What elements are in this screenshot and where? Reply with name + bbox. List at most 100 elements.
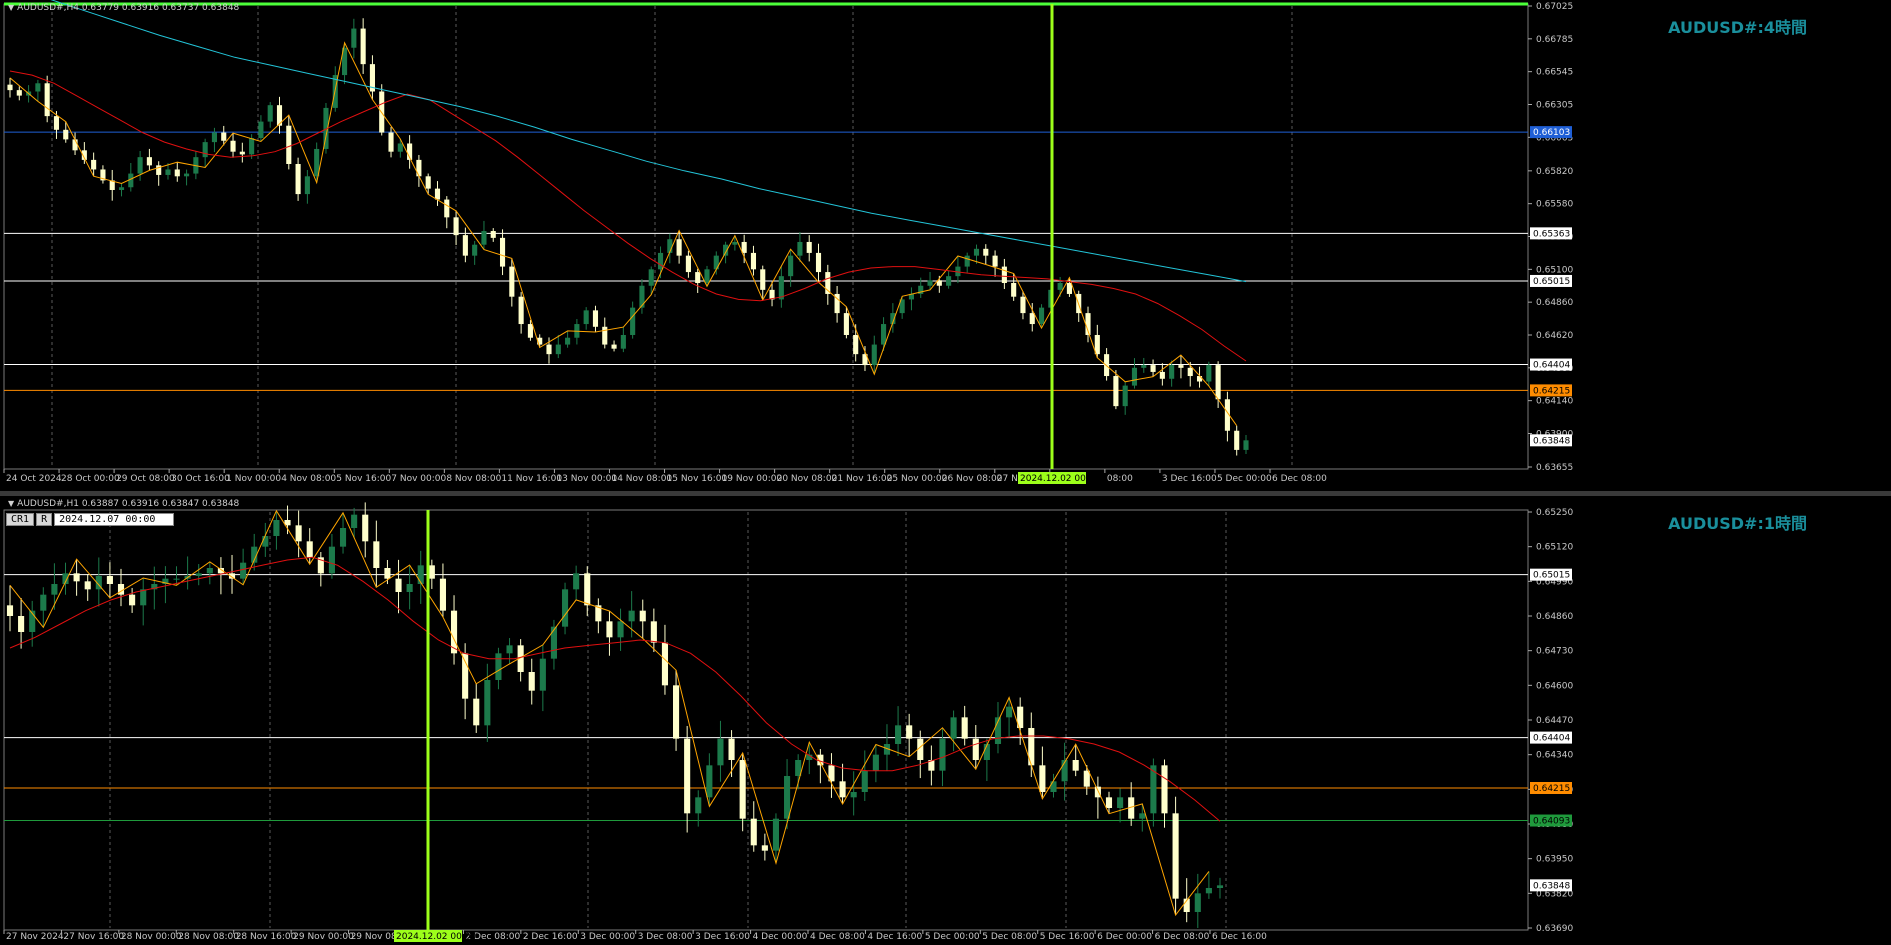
x-tick-label: 26 Nov 08:00 bbox=[942, 474, 1003, 484]
y-tick-label: 0.65580 bbox=[1536, 200, 1573, 210]
x-tick-label: 1 Nov 00:00 bbox=[226, 474, 281, 484]
h1-chart-svg[interactable]: 0.652500.651200.649900.648600.647300.646… bbox=[0, 496, 1891, 945]
x-tick-label: 3 Dec 00:00 bbox=[580, 932, 635, 942]
current-price-label: 0.63848 bbox=[1533, 436, 1570, 446]
candle-body bbox=[1117, 797, 1124, 808]
candle-body bbox=[676, 239, 682, 256]
candle-body bbox=[606, 621, 613, 638]
candle-body bbox=[657, 252, 664, 270]
price-label: 0.65363 bbox=[1533, 229, 1570, 239]
candle-body bbox=[1038, 307, 1045, 325]
candle-body bbox=[249, 138, 255, 155]
candle-body bbox=[583, 310, 589, 325]
candle-body bbox=[40, 594, 47, 611]
candle-body bbox=[35, 83, 41, 92]
candle-body bbox=[939, 738, 946, 771]
y-tick-label: 0.64860 bbox=[1536, 298, 1573, 308]
candle-body bbox=[1216, 885, 1224, 888]
candle-body bbox=[417, 565, 424, 584]
candle-body bbox=[518, 296, 524, 325]
price-label: 0.64215 bbox=[1533, 784, 1570, 794]
x-tick-label: 29 Nov 00:00 bbox=[293, 932, 354, 942]
r-button[interactable]: R bbox=[36, 513, 53, 526]
crosshair-tool-bar: CR1 R 2024.12.07 00:00 bbox=[6, 513, 175, 526]
x-tick-label: 6 Dec 08:00 bbox=[1155, 932, 1210, 942]
y-tick-label: 0.66785 bbox=[1536, 35, 1573, 45]
candle-body bbox=[1001, 266, 1007, 284]
candle-body bbox=[406, 584, 413, 592]
candle-body bbox=[895, 725, 902, 744]
candle-body bbox=[1169, 365, 1175, 379]
candle-body bbox=[84, 581, 91, 590]
candle-body bbox=[788, 255, 794, 277]
y-tick-label: 0.65820 bbox=[1536, 167, 1573, 177]
candle-body bbox=[750, 252, 757, 270]
candle-body bbox=[661, 642, 669, 686]
y-tick-label: 0.63655 bbox=[1536, 463, 1573, 473]
y-tick-label: 0.66305 bbox=[1536, 100, 1573, 110]
y-tick-label: 0.65120 bbox=[1536, 543, 1573, 553]
candle-body bbox=[472, 244, 478, 256]
candle-body bbox=[72, 139, 78, 151]
price-label: 0.64093 bbox=[1533, 817, 1570, 827]
price-label: 0.64404 bbox=[1533, 734, 1570, 744]
candle-body bbox=[444, 199, 450, 218]
crosshair-datetime-field[interactable]: 2024.12.07 00:00 bbox=[54, 513, 175, 526]
current-price-label: 0.63848 bbox=[1533, 881, 1570, 891]
candle-body bbox=[528, 672, 535, 691]
candle-body bbox=[871, 344, 877, 366]
candle-body bbox=[425, 176, 431, 189]
collapse-triangle-icon[interactable]: ▼ bbox=[8, 499, 14, 508]
candle-body bbox=[6, 605, 14, 616]
x-tick-label: 13 Nov 00:00 bbox=[556, 474, 617, 484]
candle-body bbox=[732, 241, 738, 245]
candle-body bbox=[129, 594, 136, 606]
x-tick-label: 15 Nov 16:00 bbox=[667, 474, 728, 484]
candle-body bbox=[1122, 385, 1128, 407]
candle-body bbox=[728, 738, 735, 760]
candle-body bbox=[240, 562, 247, 579]
candle-body bbox=[495, 653, 502, 680]
price-label: 0.65015 bbox=[1533, 277, 1570, 287]
candle-body bbox=[555, 344, 561, 355]
candle-body bbox=[573, 573, 580, 590]
candle-body bbox=[140, 589, 147, 606]
h1-chart-panel[interactable]: 0.65250 0.65120 0.64990 0.64860 0.64730 0.646… bbox=[0, 496, 1891, 945]
candle-body bbox=[839, 781, 846, 798]
x-tick-label: 29 Oct 08:00 bbox=[116, 474, 175, 484]
candle-body bbox=[1234, 430, 1240, 450]
h4-chart-panel[interactable]: 0.67025 0.66785 0.66545 0.66305 0.66065 0.658… bbox=[0, 0, 1891, 491]
h4-symbol-header: ▼ AUDUSD#,H4 0.63779 0.63916 0.63737 0.63… bbox=[8, 3, 239, 13]
h4-chart-svg[interactable]: 0.670250.667850.665450.663050.660650.658… bbox=[0, 0, 1891, 491]
x-tick-label: 24 Oct 2024 bbox=[6, 474, 62, 484]
date-marker-label: 2024.12.02 00:00 bbox=[396, 932, 477, 942]
candle-body bbox=[961, 717, 968, 739]
candle-body bbox=[295, 525, 302, 542]
cr1-button[interactable]: CR1 bbox=[6, 513, 35, 526]
candle-body bbox=[351, 514, 358, 528]
collapse-triangle-icon[interactable]: ▼ bbox=[8, 3, 14, 12]
x-tick-label: 6 Dec 00:00 bbox=[1097, 932, 1152, 942]
candle-body bbox=[339, 528, 347, 547]
candle-body bbox=[550, 626, 557, 659]
candle-body bbox=[202, 142, 208, 158]
x-tick-label: 28 Nov 00:00 bbox=[121, 932, 182, 942]
candle-body bbox=[91, 159, 97, 170]
candle-body bbox=[499, 237, 506, 267]
x-tick-label: 27 Nov 16:00 bbox=[63, 932, 124, 942]
candle-body bbox=[741, 241, 747, 253]
candle-body bbox=[973, 248, 980, 256]
date-marker-label: 2024.12.02 00:00 bbox=[1020, 474, 1101, 484]
candle-body bbox=[853, 334, 859, 355]
candle-body bbox=[481, 231, 487, 245]
x-tick-label: 28 Nov 08:00 bbox=[178, 932, 239, 942]
candle-body bbox=[761, 845, 768, 851]
moving-average-red bbox=[9, 70, 1247, 362]
x-tick-label: 5 Dec 00:00 bbox=[925, 932, 980, 942]
candle-body bbox=[206, 568, 213, 574]
candle-body bbox=[258, 121, 264, 139]
candle-body bbox=[565, 337, 571, 345]
candle-body bbox=[137, 157, 143, 174]
candle-body bbox=[18, 616, 25, 632]
candle-body bbox=[490, 231, 496, 238]
